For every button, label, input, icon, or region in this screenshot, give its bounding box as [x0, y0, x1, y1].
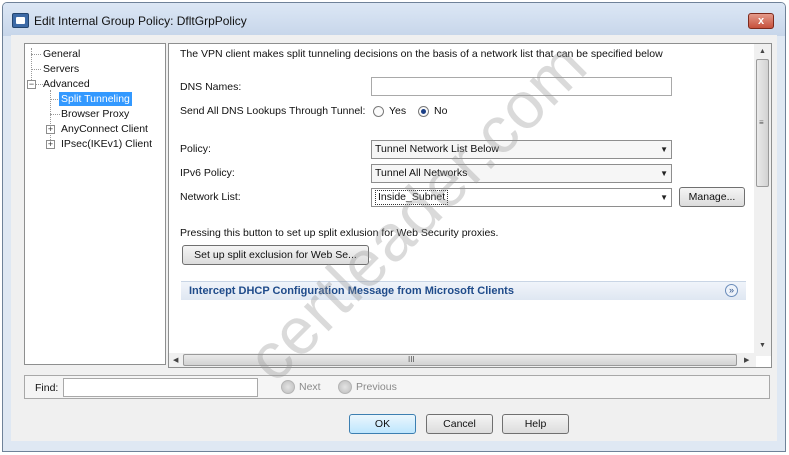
window-title: Edit Internal Group Policy: DfltGrpPolic…: [34, 14, 247, 28]
split-exclusion-text: Pressing this button to set up split exl…: [180, 227, 499, 239]
asdm-app-icon: [12, 13, 29, 28]
intercept-dhcp-section-header[interactable]: Intercept DHCP Configuration Message fro…: [181, 281, 746, 300]
setup-split-exclusion-button[interactable]: Set up split exclusion for Web Se...: [182, 245, 369, 265]
dns-names-input[interactable]: [371, 77, 672, 96]
network-list-label: Network List:: [180, 191, 241, 203]
help-button[interactable]: Help: [502, 414, 569, 434]
intro-text: The VPN client makes split tunneling dec…: [180, 48, 663, 60]
tree-connector: [50, 90, 51, 142]
scroll-up-icon[interactable]: ▲: [759, 48, 766, 55]
dialog-body: General Servers − Advanced Split Tunneli…: [11, 35, 777, 441]
tree-item-split-tunneling[interactable]: Split Tunneling: [59, 92, 132, 106]
tree-item-general[interactable]: General: [43, 47, 80, 61]
split-tunneling-panel: The VPN client makes split tunneling dec…: [168, 43, 772, 368]
network-list-dropdown[interactable]: Inside_Subnet ▼: [371, 188, 672, 207]
collapse-icon[interactable]: −: [27, 80, 36, 89]
dns-names-label: DNS Names:: [180, 81, 242, 93]
vertical-scrollbar[interactable]: ▲ ≡ ▼: [754, 44, 771, 356]
find-input[interactable]: [63, 378, 258, 397]
find-previous-button[interactable]: Previous: [356, 379, 397, 396]
network-list-value: Inside_Subnet: [375, 190, 449, 205]
chevron-down-icon: ▼: [660, 169, 668, 178]
expand-section-icon[interactable]: »: [725, 284, 738, 297]
close-button[interactable]: x: [748, 13, 774, 29]
tree-connector: [31, 69, 41, 70]
horizontal-scrollbar[interactable]: ◀ III ▶: [169, 353, 756, 367]
ipv6-policy-value: Tunnel All Networks: [375, 167, 468, 179]
ipv6-policy-dropdown[interactable]: Tunnel All Networks ▼: [371, 164, 672, 183]
tree-item-ipsec-ikev1-client[interactable]: IPsec(IKEv1) Client: [61, 137, 152, 151]
cancel-button[interactable]: Cancel: [426, 414, 493, 434]
policy-value: Tunnel Network List Below: [375, 143, 499, 155]
tree-item-advanced[interactable]: Advanced: [43, 77, 90, 91]
tree-item-browser-proxy[interactable]: Browser Proxy: [61, 107, 129, 121]
policy-label: Policy:: [180, 143, 211, 155]
tree-connector: [50, 114, 60, 115]
dialog-window: Edit Internal Group Policy: DfltGrpPolic…: [2, 2, 786, 452]
chevron-down-icon: ▼: [660, 193, 668, 202]
scroll-right-icon[interactable]: ▶: [744, 356, 749, 364]
expand-icon[interactable]: +: [46, 140, 55, 149]
tree-connector: [36, 84, 43, 85]
ipv6-policy-label: IPv6 Policy:: [180, 167, 235, 179]
horizontal-scroll-thumb[interactable]: III: [183, 354, 737, 366]
find-next-button[interactable]: Next: [299, 379, 321, 396]
scroll-grip-icon: ≡: [759, 118, 764, 127]
tree-item-anyconnect-client[interactable]: AnyConnect Client: [61, 122, 148, 136]
find-bar: Find: Next Previous: [24, 375, 770, 399]
chevron-down-icon: ▼: [660, 145, 668, 154]
send-all-no-radio[interactable]: [418, 106, 429, 117]
tree-item-servers[interactable]: Servers: [43, 62, 79, 76]
manage-button[interactable]: Manage...: [679, 187, 745, 207]
intercept-dhcp-section-title: Intercept DHCP Configuration Message fro…: [189, 285, 514, 297]
vertical-scroll-thumb[interactable]: ≡: [756, 59, 769, 187]
no-label: No: [434, 105, 448, 117]
title-bar[interactable]: Edit Internal Group Policy: DfltGrpPolic…: [3, 3, 785, 36]
send-all-dns-label: Send All DNS Lookups Through Tunnel:: [180, 105, 366, 117]
tree-connector: [31, 54, 41, 55]
expand-icon[interactable]: +: [46, 125, 55, 134]
scroll-grip-icon: III: [408, 355, 415, 364]
scroll-left-icon[interactable]: ◀: [173, 356, 178, 364]
previous-arrow-icon[interactable]: [338, 380, 352, 394]
scroll-down-icon[interactable]: ▼: [759, 342, 766, 349]
yes-label: Yes: [389, 105, 407, 117]
ok-button[interactable]: OK: [349, 414, 416, 434]
navigation-tree: General Servers − Advanced Split Tunneli…: [24, 43, 166, 365]
next-arrow-icon[interactable]: [281, 380, 295, 394]
policy-dropdown[interactable]: Tunnel Network List Below ▼: [371, 140, 672, 159]
find-label: Find:: [35, 382, 59, 394]
send-all-yes-radio[interactable]: [373, 106, 384, 117]
